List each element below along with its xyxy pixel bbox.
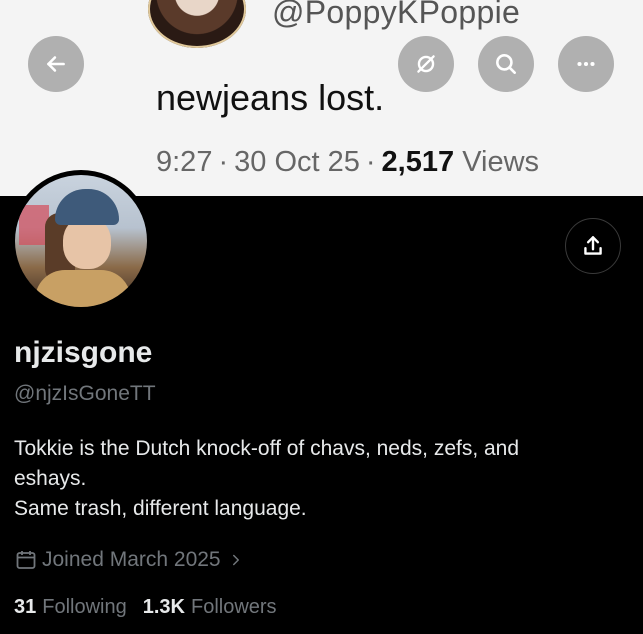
following-count: 31: [14, 596, 37, 618]
banner-tweet-date: 30 Oct 25: [234, 146, 360, 178]
banner-tweet-avatar: [148, 0, 246, 48]
search-icon: [496, 54, 516, 74]
profile-stats: 31 Following 1.3K Followers: [14, 596, 293, 619]
following-label: Following: [42, 596, 127, 618]
display-name: njzisgone: [14, 336, 153, 369]
followers-count: 1.3K: [142, 596, 185, 618]
arrow-left-icon: [47, 56, 65, 72]
followers-label: Followers: [190, 596, 277, 618]
banner-tweet-time: 9:27: [156, 146, 213, 178]
joined-date[interactable]: Joined March 2025: [14, 548, 249, 572]
more-button[interactable]: [558, 36, 614, 92]
back-button[interactable]: [28, 36, 84, 92]
followers-link[interactable]: 1.3K Followers: [143, 596, 277, 619]
bio-line: eshays.: [14, 467, 87, 490]
avatar-image: [15, 175, 147, 307]
profile-banner[interactable]: @PoppyKPoppie newjeans lost. 9:27 · 30 Oct…: [0, 0, 643, 196]
banner-tweet-views-count: 2,517: [381, 146, 455, 178]
banner-tweet-text: newjeans lost.: [156, 77, 385, 118]
share-button[interactable]: [565, 218, 621, 274]
grok-button[interactable]: [398, 36, 454, 92]
profile-bio: Tokkie is the Dutch knock-off of chavs, …: [14, 434, 626, 524]
search-button[interactable]: [478, 36, 534, 92]
banner-tweet-meta: 9:27 · 30 Oct 25 · 2,517 Views: [156, 146, 540, 178]
joined-label: Joined March 2025: [42, 548, 221, 571]
banner-tweet-handle: @PoppyKPoppie: [272, 0, 521, 30]
profile-avatar[interactable]: [10, 170, 152, 312]
bio-line: Same trash, different language.: [14, 497, 307, 520]
chevron-right-icon: [232, 554, 239, 566]
more-icon: [577, 61, 595, 67]
calendar-icon: [16, 551, 36, 569]
user-handle: @njzIsGoneTT: [14, 382, 156, 405]
share-icon: [584, 236, 602, 255]
banner-tweet-views-label: Views: [462, 146, 540, 178]
bio-line: Tokkie is the Dutch knock-off of chavs, …: [14, 437, 520, 460]
grok-icon: [417, 55, 435, 73]
following-link[interactable]: 31 Following: [14, 596, 127, 619]
